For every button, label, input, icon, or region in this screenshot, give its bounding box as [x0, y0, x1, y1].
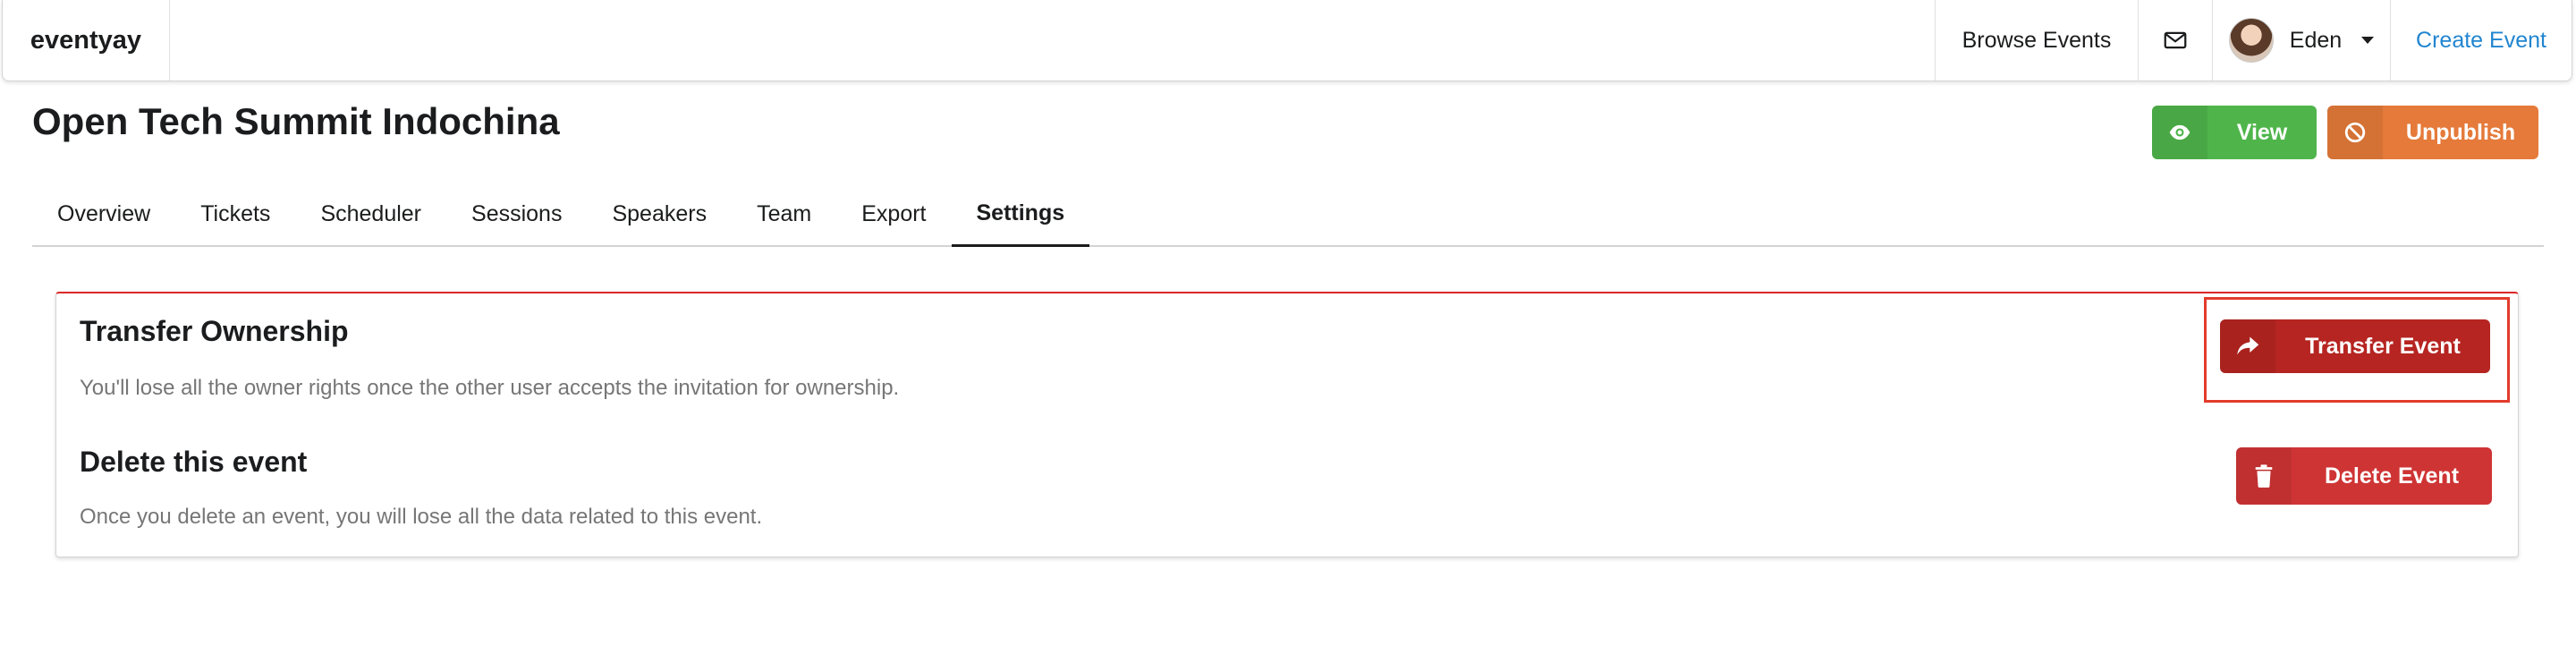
user-name: Eden — [2289, 27, 2343, 53]
view-button-label: View — [2236, 119, 2288, 145]
event-tabs: Overview Tickets Scheduler Sessions Spea… — [32, 183, 2544, 247]
tab-sessions[interactable]: Sessions — [446, 183, 587, 245]
envelope-icon — [2164, 31, 2187, 49]
ban-icon — [2327, 106, 2383, 159]
unpublish-button-label: Unpublish — [2405, 119, 2516, 145]
avatar — [2228, 18, 2274, 63]
share-icon — [2220, 319, 2275, 373]
unpublish-button[interactable]: Unpublish — [2327, 106, 2538, 159]
danger-zone-card: Transfer Ownership You'll lose all the o… — [55, 292, 2519, 557]
eye-icon — [2152, 106, 2207, 159]
tab-settings[interactable]: Settings — [951, 183, 1090, 247]
tab-overview[interactable]: Overview — [32, 183, 175, 245]
top-navbar: eventyay Browse Events Eden Create Event — [2, 0, 2572, 81]
tab-scheduler[interactable]: Scheduler — [295, 183, 446, 245]
transfer-ownership-title: Transfer Ownership — [80, 315, 349, 347]
trash-icon — [2236, 447, 2292, 505]
tab-export[interactable]: Export — [836, 183, 951, 245]
transfer-event-button-label: Transfer Event — [2305, 333, 2461, 359]
tab-speakers[interactable]: Speakers — [587, 183, 732, 245]
navbar-spacer — [170, 0, 1935, 81]
view-button[interactable]: View — [2152, 106, 2317, 159]
chevron-down-icon — [2361, 37, 2375, 44]
notifications-button[interactable] — [2138, 0, 2212, 81]
delete-event-button[interactable]: Delete Event — [2236, 447, 2492, 505]
page-title: Open Tech Summit Indochina — [32, 100, 560, 142]
brand-logo[interactable]: eventyay — [3, 0, 170, 81]
tab-tickets[interactable]: Tickets — [175, 183, 295, 245]
user-menu[interactable]: Eden — [2212, 0, 2390, 81]
transfer-event-button[interactable]: Transfer Event — [2220, 319, 2490, 373]
browse-events-link[interactable]: Browse Events — [1935, 0, 2138, 81]
create-event-link[interactable]: Create Event — [2390, 0, 2572, 81]
transfer-ownership-description: You'll lose all the owner rights once th… — [80, 376, 900, 400]
tab-team[interactable]: Team — [732, 183, 836, 245]
delete-event-title: Delete this event — [80, 446, 308, 478]
delete-event-description: Once you delete an event, you will lose … — [80, 505, 763, 529]
delete-event-button-label: Delete Event — [2324, 463, 2460, 489]
